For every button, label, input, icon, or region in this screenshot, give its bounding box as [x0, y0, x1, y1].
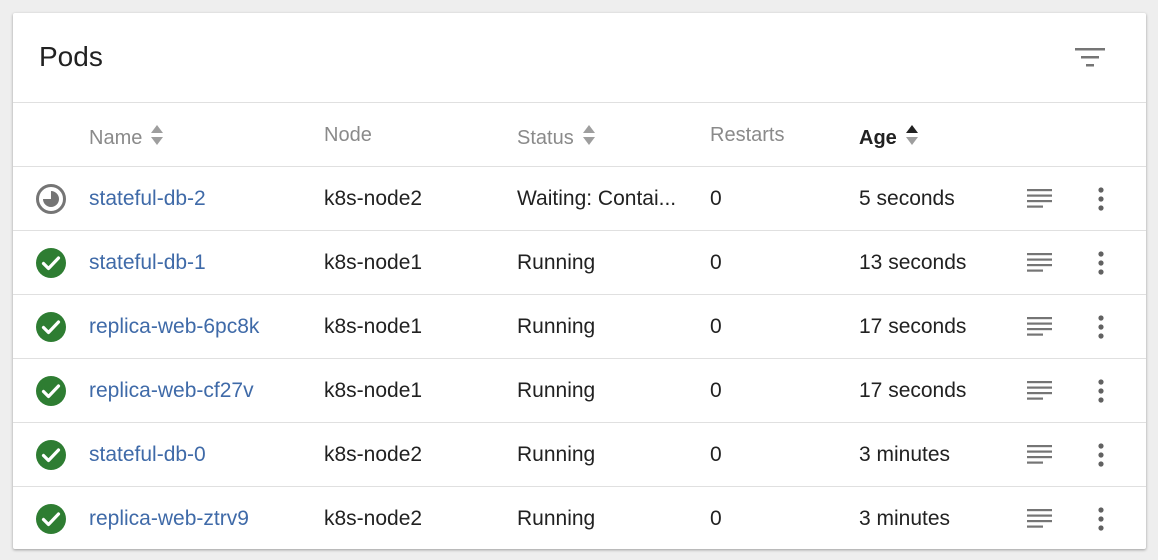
pod-age: 13 seconds — [859, 251, 967, 274]
table-row: stateful-db-1 k8s-node1 Running 0 13 seconds — [13, 231, 1146, 295]
pod-restarts: 0 — [710, 251, 722, 274]
table-row: replica-web-6pc8k k8s-node1 Running 0 17 sec… — [13, 295, 1146, 359]
more-vert-icon[interactable] — [1089, 183, 1113, 215]
more-vert-icon[interactable] — [1089, 503, 1113, 535]
more-vert-icon[interactable] — [1089, 375, 1113, 407]
logs-icon[interactable] — [1025, 249, 1055, 277]
logs-icon[interactable] — [1025, 505, 1055, 533]
more-vert-icon[interactable] — [1089, 311, 1113, 343]
pod-node: k8s-node2 — [324, 443, 423, 466]
table-row: replica-web-ztrv9 k8s-node2 Running 0 3 minu… — [13, 487, 1146, 549]
logs-icon[interactable] — [1025, 313, 1055, 341]
pod-status: Running — [517, 443, 596, 466]
pod-node: k8s-node2 — [324, 507, 423, 530]
pod-name-link[interactable]: replica-web-6pc8k — [89, 315, 259, 339]
column-header-name[interactable]: Name — [89, 124, 164, 152]
pending-icon — [35, 183, 67, 215]
pod-status: Waiting: Contai... — [517, 187, 677, 210]
pod-restarts: 0 — [710, 443, 722, 466]
pod-restarts: 0 — [710, 187, 722, 210]
logs-icon[interactable] — [1025, 377, 1055, 405]
table-row: stateful-db-0 k8s-node2 Running 0 3 minutes — [13, 423, 1146, 487]
logs-icon[interactable] — [1025, 185, 1055, 213]
sort-icon — [582, 124, 596, 152]
check-circle-icon — [35, 247, 67, 279]
pod-name-link[interactable]: stateful-db-0 — [89, 443, 206, 467]
table-header: Name Node Status Restarts Age — [13, 103, 1146, 167]
pod-age: 3 minutes — [859, 507, 951, 530]
pod-node: k8s-node1 — [324, 379, 423, 402]
pod-status: Running — [517, 507, 596, 530]
card-header: Pods — [13, 13, 1146, 103]
pod-age: 5 seconds — [859, 187, 955, 210]
column-header-age[interactable]: Age — [859, 124, 919, 152]
pod-name-link[interactable]: stateful-db-1 — [89, 251, 206, 275]
pod-restarts: 0 — [710, 315, 722, 338]
column-age-label: Age — [859, 126, 897, 149]
pod-status: Running — [517, 251, 596, 274]
column-name-label: Name — [89, 126, 143, 149]
column-header-node: Node — [324, 124, 372, 147]
pod-node: k8s-node1 — [324, 315, 423, 338]
pod-node: k8s-node2 — [324, 187, 423, 210]
more-vert-icon[interactable] — [1089, 439, 1113, 471]
pod-age: 17 seconds — [859, 315, 967, 338]
check-circle-icon — [35, 375, 67, 407]
column-node-label: Node — [324, 124, 372, 146]
pod-status: Running — [517, 315, 596, 338]
pod-status: Running — [517, 379, 596, 402]
pod-name-link[interactable]: replica-web-cf27v — [89, 379, 254, 403]
column-header-status[interactable]: Status — [517, 124, 596, 152]
pod-restarts: 0 — [710, 507, 722, 530]
filter-icon[interactable] — [1073, 43, 1107, 73]
column-status-label: Status — [517, 126, 574, 149]
pod-age: 17 seconds — [859, 379, 967, 402]
sort-ascending-icon — [905, 124, 919, 152]
check-circle-icon — [35, 503, 67, 535]
check-circle-icon — [35, 311, 67, 343]
column-header-restarts: Restarts — [710, 124, 784, 147]
pod-name-link[interactable]: stateful-db-2 — [89, 187, 206, 211]
pod-restarts: 0 — [710, 379, 722, 402]
logs-icon[interactable] — [1025, 441, 1055, 469]
pod-list: stateful-db-2 k8s-node2 Waiting: Contai...… — [13, 167, 1146, 549]
pod-age: 3 minutes — [859, 443, 951, 466]
page-title: Pods — [39, 41, 103, 72]
pod-node: k8s-node1 — [324, 251, 423, 274]
table-row: replica-web-cf27v k8s-node1 Running 0 17 sec… — [13, 359, 1146, 423]
table-row: stateful-db-2 k8s-node2 Waiting: Contai...… — [13, 167, 1146, 231]
pod-name-link[interactable]: replica-web-ztrv9 — [89, 507, 249, 531]
check-circle-icon — [35, 439, 67, 471]
pods-card: Pods Name Node Status Restarts Age state… — [13, 13, 1146, 549]
sort-icon — [150, 124, 164, 152]
column-restarts-label: Restarts — [710, 124, 785, 146]
more-vert-icon[interactable] — [1089, 247, 1113, 279]
